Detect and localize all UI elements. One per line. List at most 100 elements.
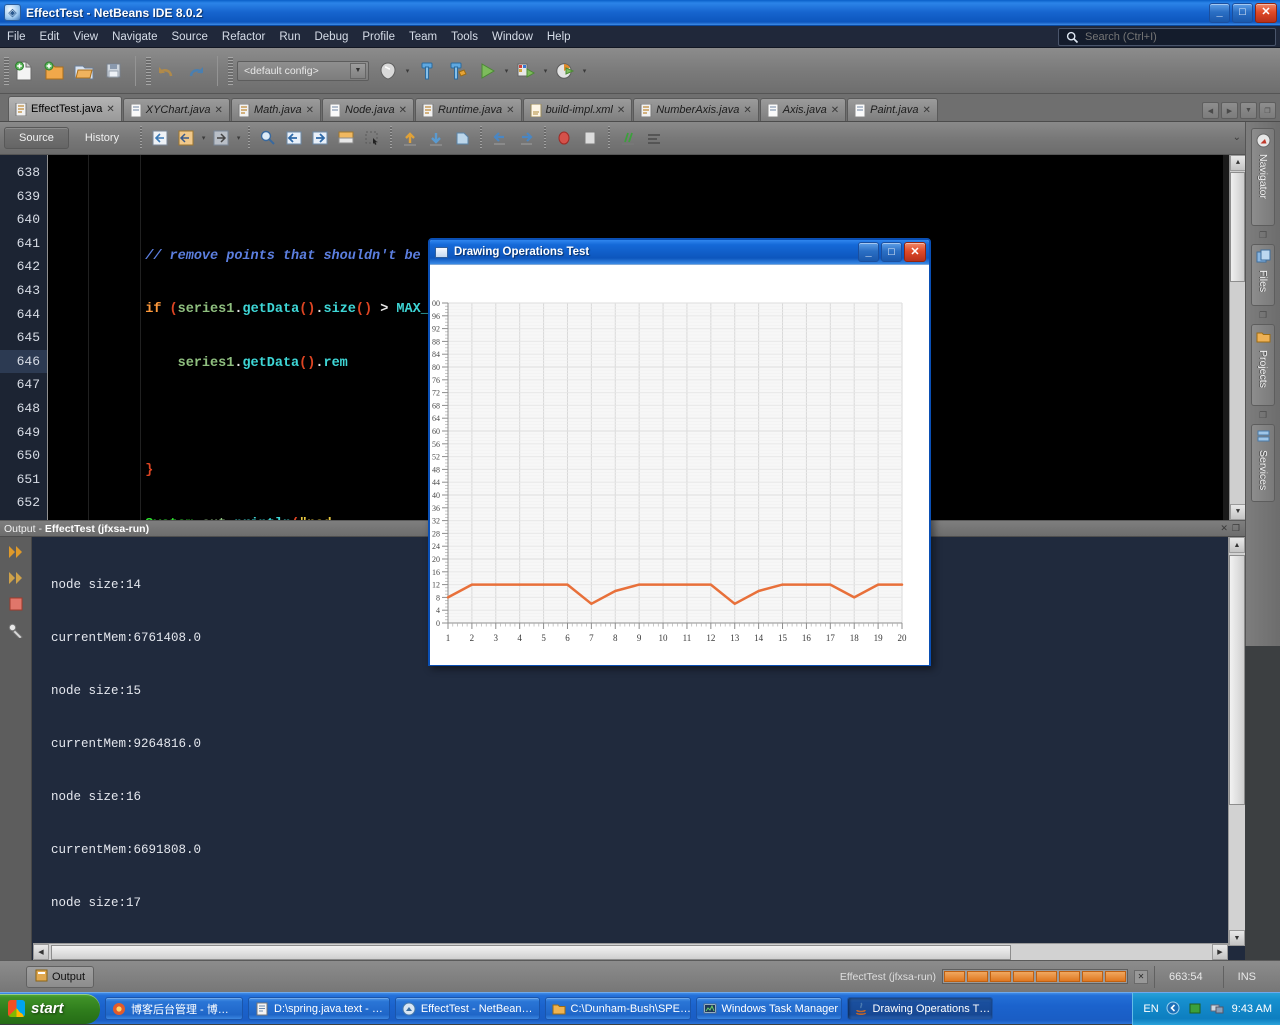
redo-icon[interactable] (182, 57, 210, 85)
file-tab-close-icon[interactable]: ✕ (215, 105, 223, 116)
sidebar-item-projects[interactable]: Projects (1251, 324, 1275, 406)
taskbar-item-notepad[interactable]: D:\spring.java.text - … (248, 997, 390, 1020)
comment-icon[interactable] (578, 126, 602, 150)
scroll-up-icon[interactable]: ▲ (1230, 155, 1245, 171)
tab-list-icon[interactable]: ▼ (1240, 102, 1257, 119)
chart-window[interactable]: Drawing Operations Test _ □ ✕ 00 96 92 88 84… (428, 238, 931, 666)
debug-icon[interactable] (512, 57, 540, 85)
output-maximize-icon[interactable]: ❐ (1232, 523, 1240, 534)
menu-debug[interactable]: Debug (307, 29, 355, 45)
toggle-breakpoint-icon[interactable] (552, 126, 576, 150)
build-icon[interactable] (413, 57, 441, 85)
battery-icon[interactable] (1188, 1001, 1203, 1016)
taskbar-item-drawing-operations[interactable]: Drawing Operations T… (846, 997, 993, 1020)
menu-refactor[interactable]: Refactor (215, 29, 272, 45)
file-tab-numberaxis[interactable]: NumberAxis.java ✕ (633, 98, 759, 121)
settings-icon[interactable] (6, 621, 26, 639)
debug-dropdown[interactable]: ▾ (541, 57, 550, 85)
back-icon[interactable] (174, 126, 198, 150)
tab-maximize-icon[interactable]: ❐ (1259, 102, 1276, 119)
toggle-bookmark-icon[interactable] (334, 126, 358, 150)
next-error-icon[interactable] (514, 126, 538, 150)
rectangular-selection-icon[interactable] (360, 126, 384, 150)
scroll-right-icon[interactable]: ▶ (1212, 944, 1228, 960)
next-bookmark-icon[interactable] (308, 126, 332, 150)
network-icon[interactable] (1210, 1001, 1225, 1016)
file-tab-runtime[interactable]: Runtime.java ✕ (414, 98, 522, 121)
scroll-left-icon[interactable]: ◀ (33, 944, 49, 960)
show-hidden-icon[interactable] (1166, 1001, 1181, 1016)
file-tab-close-icon[interactable]: ✕ (922, 105, 930, 116)
clean-build-dropdown[interactable]: ▾ (403, 57, 412, 85)
output-vertical-scrollbar[interactable]: ▲ ▼ (1228, 537, 1245, 946)
taskbar-item-explorer[interactable]: C:\Dunham-Bush\SPE… (544, 997, 691, 1020)
file-tab-close-icon[interactable]: ✕ (306, 105, 314, 116)
output-hscroll-thumb[interactable] (51, 944, 1011, 960)
file-tab-xychart[interactable]: XYChart.java ✕ (122, 98, 230, 121)
search-box[interactable] (1058, 28, 1276, 46)
taskbar-item-netbeans[interactable]: EffectTest - NetBean… (394, 997, 540, 1020)
menu-help[interactable]: Help (540, 29, 578, 45)
clean-and-build-icon[interactable] (443, 57, 471, 85)
file-tab-close-icon[interactable]: ✕ (617, 105, 625, 116)
file-tab-node[interactable]: Node.java ✕ (322, 98, 414, 121)
menu-team[interactable]: Team (402, 29, 444, 45)
sidebar-item-services[interactable]: Services (1251, 424, 1275, 502)
status-output-tab[interactable]: Output (26, 965, 95, 988)
toolbar-grip-2[interactable] (146, 56, 151, 85)
new-project-icon[interactable] (40, 57, 68, 85)
menu-navigate[interactable]: Navigate (105, 29, 164, 45)
menu-edit[interactable]: Edit (33, 29, 67, 45)
menu-run[interactable]: Run (272, 29, 307, 45)
new-file-icon[interactable] (10, 57, 38, 85)
scroll-up-icon[interactable]: ▲ (1229, 537, 1245, 553)
menu-window[interactable]: Window (485, 29, 540, 45)
file-tab-paint[interactable]: Paint.java ✕ (847, 98, 938, 121)
tab-scroll-right-icon[interactable]: ▶ (1221, 102, 1238, 119)
toolbar-grip[interactable] (4, 56, 9, 85)
forward-dropdown[interactable]: ▾ (234, 124, 243, 152)
project-config-combo[interactable]: <default config> ▼ (237, 60, 369, 81)
uncomment-icon[interactable] (616, 126, 640, 150)
rerun-icon[interactable] (6, 543, 26, 561)
file-tab-math[interactable]: Math.java ✕ (230, 98, 322, 121)
format-icon[interactable] (642, 126, 666, 150)
file-tab-axis[interactable]: Axis.java ✕ (759, 98, 847, 121)
start-button[interactable]: start (0, 993, 100, 1024)
search-input[interactable] (1083, 30, 1275, 44)
stop-icon[interactable] (6, 595, 26, 613)
chart-maximize-button[interactable]: □ (881, 242, 902, 262)
menu-profile[interactable]: Profile (355, 29, 402, 45)
status-cancel-button[interactable]: ✕ (1134, 969, 1148, 984)
menu-file[interactable]: File (0, 29, 33, 45)
window-close-button[interactable]: ✕ (1255, 2, 1277, 23)
run-icon[interactable] (473, 57, 501, 85)
window-maximize-button[interactable]: □ (1232, 2, 1253, 23)
scroll-down-icon[interactable]: ▼ (1230, 504, 1245, 520)
output-horizontal-scrollbar[interactable]: ◀ ▶ (33, 943, 1228, 960)
profile-dropdown[interactable]: ▾ (580, 57, 589, 85)
toolbar-grip-3[interactable] (228, 56, 233, 85)
chart-close-button[interactable]: ✕ (904, 242, 926, 262)
save-all-icon[interactable] (100, 57, 128, 85)
dock-group-icon[interactable]: ❐ (1246, 306, 1280, 324)
open-project-icon[interactable] (70, 57, 98, 85)
tab-scroll-left-icon[interactable]: ◀ (1202, 102, 1219, 119)
file-tab-close-icon[interactable]: ✕ (399, 105, 407, 116)
file-tab-effecttest[interactable]: EffectTest.java ✕ (8, 96, 122, 121)
back-dropdown[interactable]: ▾ (199, 124, 208, 152)
window-minimize-button[interactable]: _ (1209, 2, 1230, 23)
file-tab-close-icon[interactable]: ✕ (506, 105, 514, 116)
previous-error-icon[interactable] (488, 126, 512, 150)
undo-icon[interactable] (152, 57, 180, 85)
sidebar-item-files[interactable]: Files (1251, 244, 1275, 306)
profile-icon[interactable] (551, 57, 579, 85)
menu-tools[interactable]: Tools (444, 29, 485, 45)
output-scroll-thumb[interactable] (1229, 555, 1245, 805)
editor-scroll-thumb[interactable] (1230, 172, 1245, 282)
tray-language[interactable]: EN (1143, 1003, 1158, 1015)
run-dropdown[interactable]: ▾ (502, 57, 511, 85)
dock-group-icon[interactable]: ❐ (1246, 406, 1280, 424)
start-macro-icon[interactable] (450, 126, 474, 150)
scroll-down-icon[interactable]: ▼ (1229, 930, 1245, 946)
